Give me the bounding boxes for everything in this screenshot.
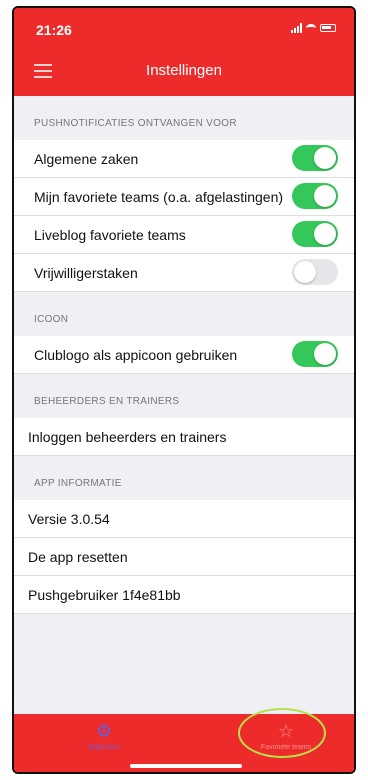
admin-login-row[interactable]: Inloggen beheerders en trainers bbox=[14, 418, 354, 456]
toggle-clublogo[interactable] bbox=[292, 341, 338, 367]
setting-row-volunteer: Vrijwilligerstaken bbox=[14, 254, 354, 292]
setting-label: Clublogo als appicoon gebruiken bbox=[34, 347, 238, 363]
page-title: Instellingen bbox=[146, 62, 222, 79]
section-header-info: APP INFORMATIE bbox=[34, 478, 122, 489]
push-user-row: Pushgebruiker 1f4e81bb bbox=[14, 576, 354, 614]
setting-row-favorite-teams: Mijn favoriete teams (o.a. afgelastingen… bbox=[14, 178, 354, 216]
setting-label: Algemene zaken bbox=[34, 151, 139, 167]
gear-icon: ⚙ bbox=[95, 721, 113, 741]
annotation-circle bbox=[238, 708, 326, 758]
home-indicator[interactable] bbox=[130, 764, 242, 768]
setting-row-general: Algemene zaken bbox=[14, 140, 354, 178]
row-label: Versie 3.0.54 bbox=[28, 511, 110, 527]
setting-row-liveblog: Liveblog favoriete teams bbox=[14, 216, 354, 254]
tab-general[interactable]: ⚙ Algemeen bbox=[54, 720, 154, 751]
toggle-volunteer[interactable] bbox=[292, 259, 338, 285]
toggle-general[interactable] bbox=[292, 145, 338, 171]
version-row: Versie 3.0.54 bbox=[14, 500, 354, 538]
section-header-icon: ICOON bbox=[34, 314, 69, 325]
status-icons bbox=[291, 23, 336, 33]
status-time: 21:26 bbox=[36, 22, 72, 38]
tab-label: Algemeen bbox=[88, 744, 120, 751]
setting-label: Mijn favoriete teams (o.a. afgelastingen… bbox=[34, 189, 284, 205]
settings-list[interactable]: PUSHNOTIFICATIES ONTVANGEN VOOR Algemene… bbox=[14, 96, 354, 614]
battery-icon bbox=[320, 24, 336, 32]
wifi-icon bbox=[306, 24, 316, 32]
setting-label: Liveblog favoriete teams bbox=[34, 227, 186, 243]
signal-icon bbox=[291, 23, 302, 33]
setting-row-clublogo: Clublogo als appicoon gebruiken bbox=[14, 336, 354, 374]
toggle-favorite-teams[interactable] bbox=[292, 183, 338, 209]
section-header-push: PUSHNOTIFICATIES ONTVANGEN VOOR bbox=[34, 118, 237, 129]
section-header-admins: BEHEERDERS EN TRAINERS bbox=[34, 396, 180, 407]
reset-app-row[interactable]: De app resetten bbox=[14, 538, 354, 576]
status-bar: 21:26 bbox=[14, 8, 354, 46]
row-label: De app resetten bbox=[28, 549, 128, 565]
navigation-bar: Instellingen bbox=[14, 46, 354, 96]
row-label: Pushgebruiker 1f4e81bb bbox=[28, 587, 181, 603]
setting-label: Vrijwilligerstaken bbox=[34, 265, 138, 281]
phone-screen: 21:26 Instellingen PUSHNOTIFICATIES ONTV… bbox=[12, 6, 356, 774]
row-label: Inloggen beheerders en trainers bbox=[28, 429, 227, 445]
toggle-liveblog[interactable] bbox=[292, 221, 338, 247]
